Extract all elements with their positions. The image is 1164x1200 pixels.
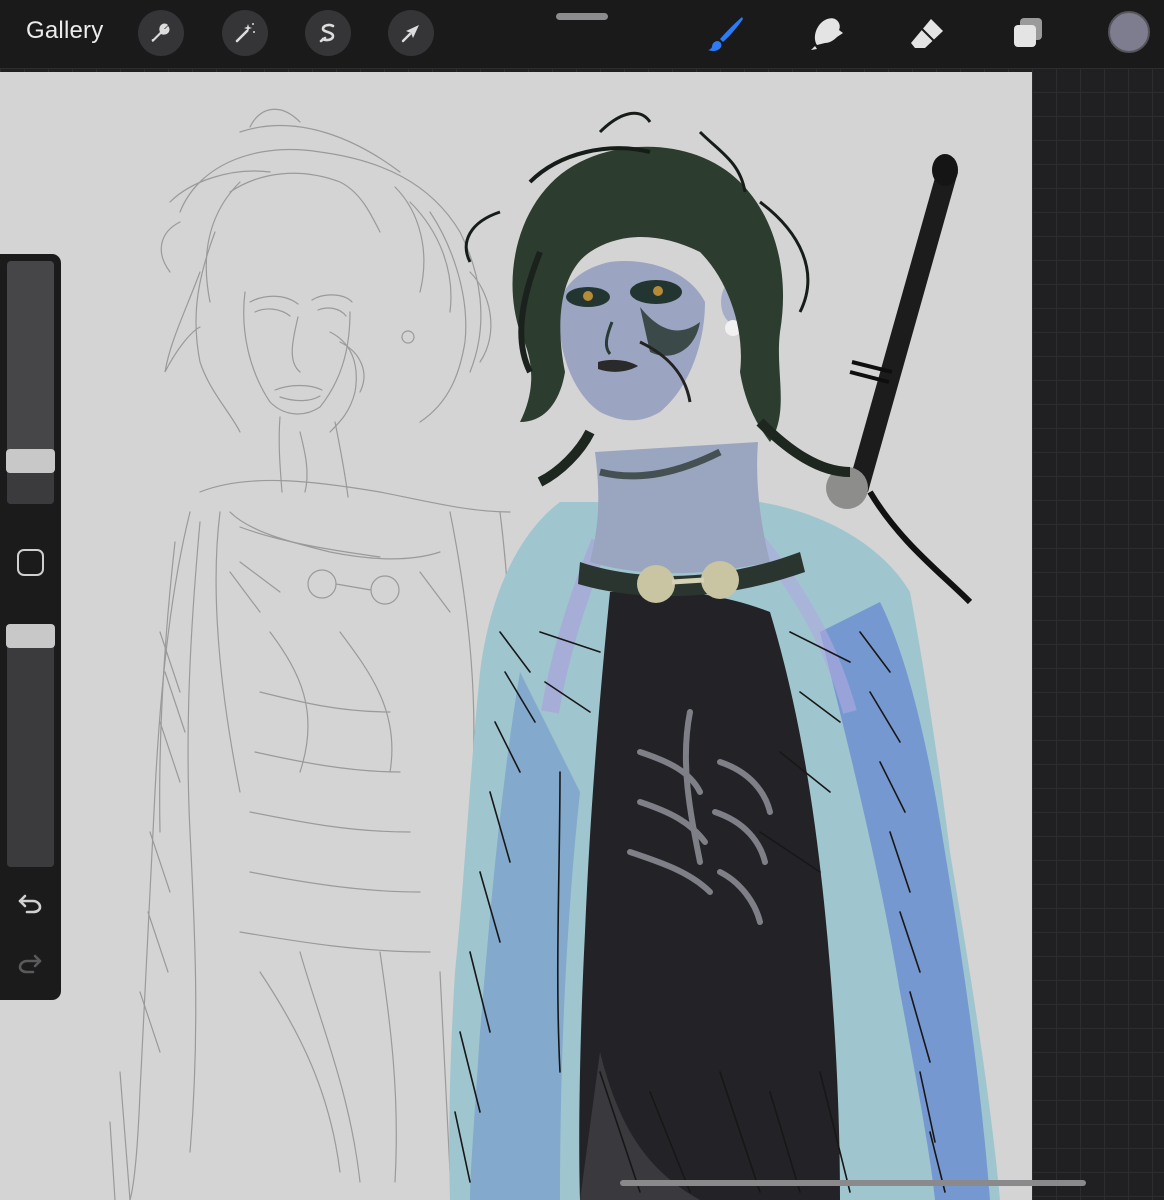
undo-icon [18,894,42,914]
redo-button[interactable] [15,950,45,978]
modify-button[interactable] [17,549,44,576]
smudge-icon [811,18,843,50]
opacity-fill [7,636,54,867]
wrench-icon [151,23,170,42]
home-indicator[interactable] [620,1180,1086,1186]
artwork [109,108,1000,1200]
brush-size-handle[interactable] [6,449,55,474]
smudge-tool[interactable] [804,10,850,56]
eraser-tool[interactable] [904,10,950,56]
transform-button[interactable] [388,10,434,56]
opacity-slider[interactable] [7,624,54,867]
undo-button[interactable] [15,890,45,918]
selection-icon [319,23,335,43]
move-arrow-icon [401,25,419,43]
selection-button[interactable] [305,10,351,56]
adjustments-button[interactable] [222,10,268,56]
actions-button[interactable] [138,10,184,56]
brush-icon [708,17,743,51]
opacity-handle[interactable] [6,624,55,648]
color-picker[interactable] [1108,11,1150,53]
toolbar-grabber[interactable] [556,13,608,20]
redo-icon [18,954,42,974]
drawing-canvas[interactable] [0,72,1032,1200]
top-toolbar: Gallery [0,0,1164,68]
magic-wand-icon [235,23,255,43]
eraser-icon [911,19,943,48]
layers-button[interactable] [1005,10,1051,56]
brush-tool[interactable] [704,10,750,56]
layers-icon [1014,18,1042,47]
sidebar [0,254,61,1000]
gallery-button[interactable]: Gallery [26,17,103,45]
